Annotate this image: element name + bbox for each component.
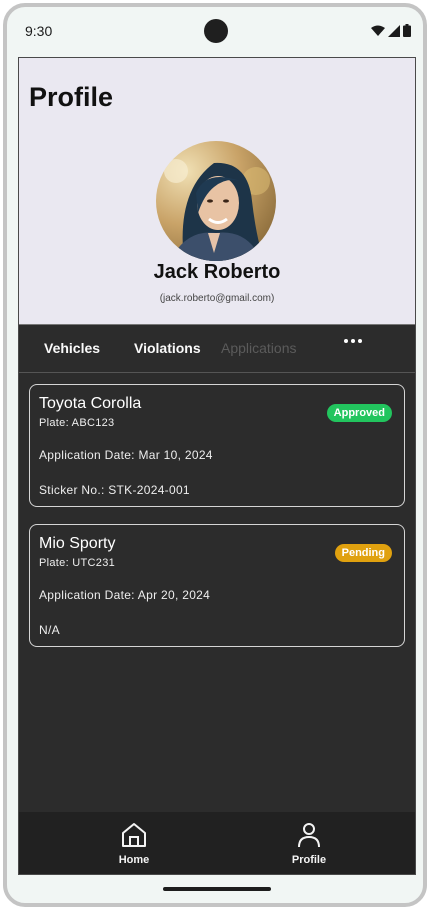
status-bar: 9:30 — [7, 7, 423, 57]
page-title: Profile — [29, 82, 114, 112]
nav-profile-label: Profile — [291, 854, 327, 866]
user-name: Jack Roberto — [153, 261, 281, 283]
sticker-number: Sticker No.: STK-2024-001 — [39, 483, 190, 497]
tab-violations[interactable]: Violations — [134, 340, 201, 356]
battery-icon — [403, 24, 411, 37]
more-tabs-button[interactable] — [344, 339, 362, 343]
nav-profile[interactable]: Profile — [279, 822, 339, 866]
more-dots-icon — [344, 339, 348, 343]
phone-frame: 9:30 Profile Jack Roberto (jack.roberto@… — [3, 3, 427, 907]
avatar[interactable] — [156, 141, 276, 261]
profile-header: Profile Jack Roberto (jack.roberto@gmail… — [19, 58, 415, 325]
sticker-number: N/A — [39, 623, 60, 637]
application-card[interactable]: Mio Sporty Plate: UTC231 Application Dat… — [29, 524, 405, 647]
person-icon — [298, 823, 320, 848]
status-icons — [371, 24, 411, 37]
tab-applications[interactable]: Applications — [221, 340, 297, 356]
plate-number: Plate: ABC123 — [39, 417, 115, 429]
status-badge: Pending — [334, 544, 392, 562]
application-card[interactable]: Toyota Corolla Plate: ABC123 Application… — [29, 384, 405, 507]
home-indicator[interactable] — [163, 887, 271, 891]
vehicle-name: Toyota Corolla — [39, 395, 142, 412]
tab-bar: Vehicles Violations Applications — [19, 324, 415, 373]
avatar-photo — [156, 141, 276, 261]
status-time: 9:30 — [25, 23, 53, 39]
home-icon — [122, 823, 146, 847]
signal-icon — [388, 24, 400, 37]
nav-home-label: Home — [118, 854, 150, 866]
application-date: Application Date: Mar 10, 2024 — [39, 448, 213, 462]
tab-vehicles[interactable]: Vehicles — [44, 340, 100, 356]
user-email: (jack.roberto@gmail.com) — [159, 293, 275, 304]
plate-number: Plate: UTC231 — [39, 557, 116, 569]
front-camera — [204, 19, 228, 43]
bottom-nav: Home Profile — [19, 812, 415, 874]
nav-home[interactable]: Home — [104, 822, 164, 866]
application-date: Application Date: Apr 20, 2024 — [39, 588, 211, 602]
vehicle-name: Mio Sporty — [39, 535, 116, 552]
status-badge: Approved — [326, 404, 392, 422]
wifi-icon — [371, 25, 385, 36]
app-screen: Profile Jack Roberto (jack.roberto@gmail… — [18, 57, 416, 875]
